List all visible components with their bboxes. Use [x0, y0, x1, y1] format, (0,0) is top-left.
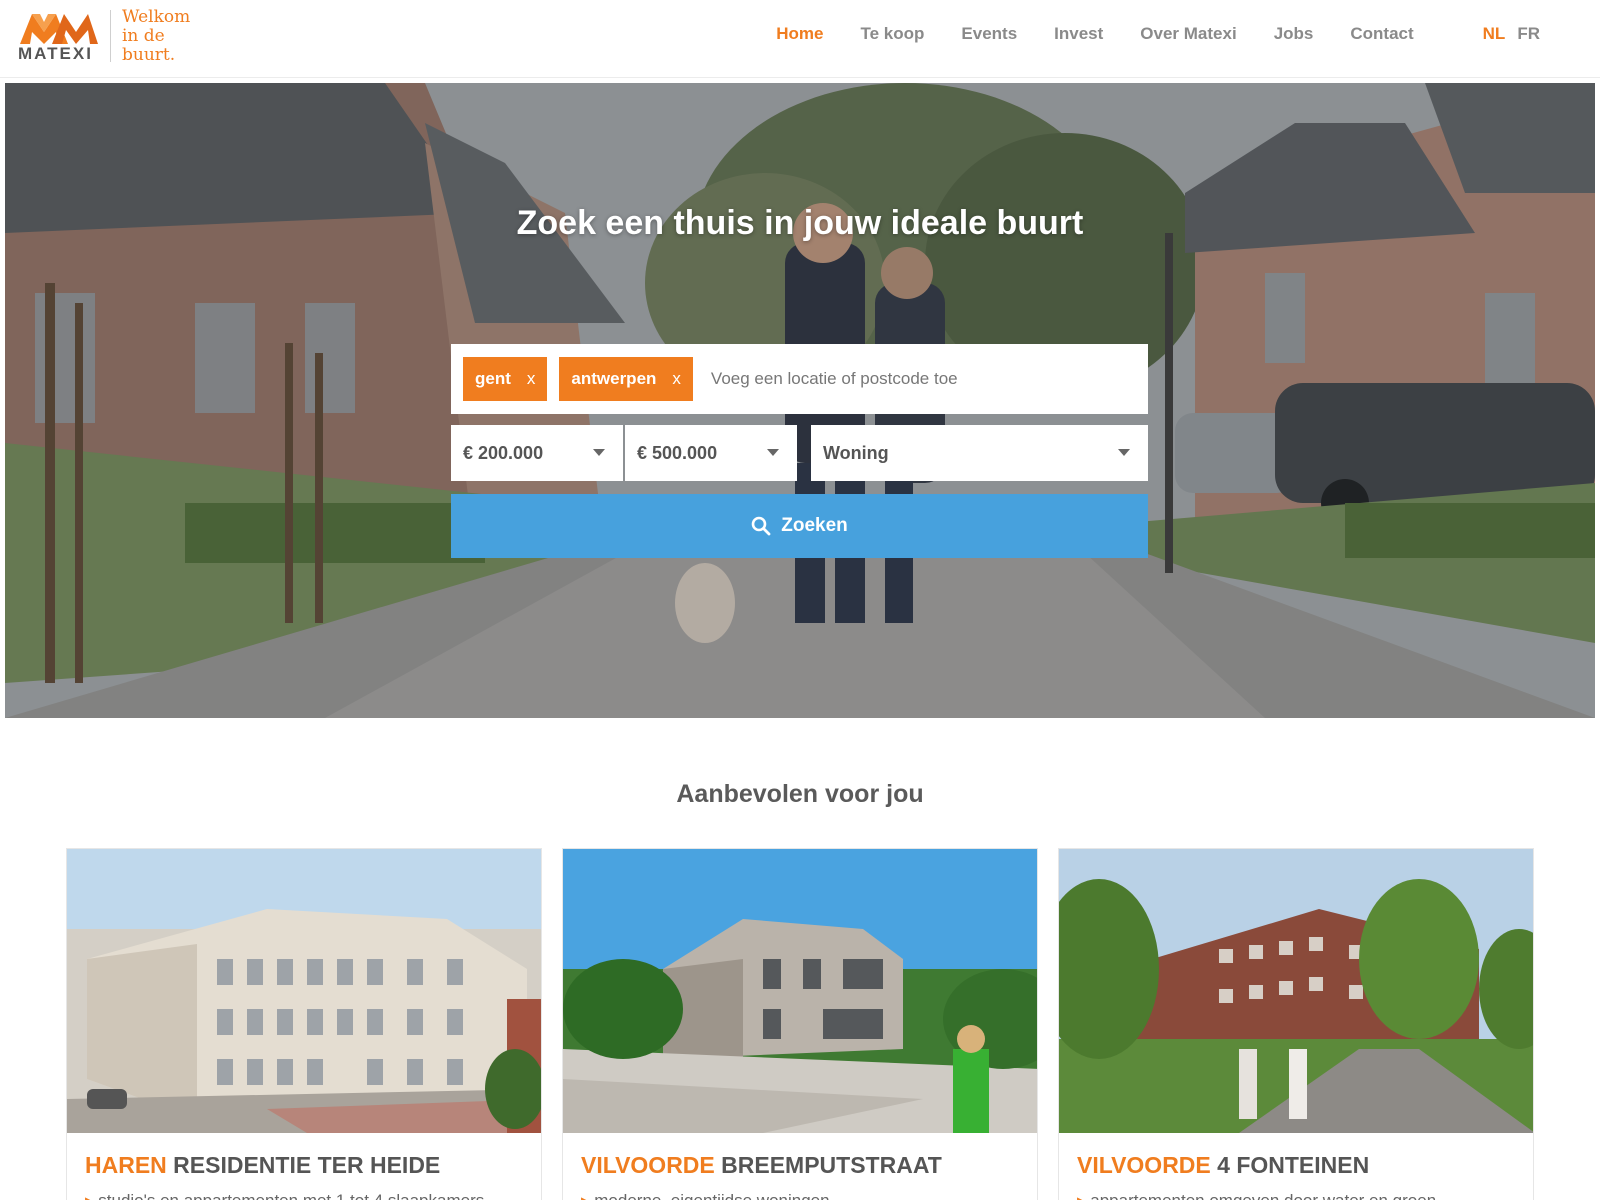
logo-wordmark: MATEXI [18, 44, 93, 63]
nav-jobs[interactable]: Jobs [1274, 24, 1314, 44]
location-tag-gent[interactable]: gent x [463, 357, 548, 401]
chevron-down-icon [1118, 449, 1130, 456]
tagline-line: buurt. [122, 45, 176, 65]
project-card[interactable]: VILVOORDE 4 FONTEINEN appartementen omge… [1058, 848, 1534, 1200]
location-search-box[interactable]: gent x antwerpen x [451, 344, 1148, 414]
project-city: VILVOORDE [1077, 1152, 1211, 1178]
min-price-select[interactable]: € 200.000 [451, 425, 623, 481]
project-image [67, 849, 541, 1133]
nav-invest[interactable]: Invest [1054, 24, 1103, 44]
main-nav: Home Te koop Events Invest Over Matexi J… [739, 24, 1540, 44]
hero-title: Zoek een thuis in jouw ideale buurt [516, 204, 1084, 242]
project-name: BREEMPUTSTRAAT [721, 1152, 942, 1178]
project-city: HAREN [85, 1152, 167, 1178]
remove-tag-button[interactable]: x [672, 369, 681, 389]
section-title: Aanbevolen voor jou [676, 780, 924, 808]
project-name: RESIDENTIE TER HEIDE [173, 1152, 441, 1178]
chevron-down-icon [767, 449, 779, 456]
logo-divider [110, 10, 111, 62]
nav-events[interactable]: Events [961, 24, 1017, 44]
search-button-label: Zoeken [781, 515, 848, 536]
remove-tag-button[interactable]: x [527, 369, 536, 389]
project-card[interactable]: VILVOORDE BREEMPUTSTRAAT moderne, eigent… [562, 848, 1038, 1200]
max-price-value: € 500.000 [637, 442, 718, 463]
project-card[interactable]: HAREN RESIDENTIE TER HEIDE studio's en a… [66, 848, 542, 1200]
project-subtitle: studio's en appartementen met 1 tot 4 sl… [85, 1191, 484, 1200]
property-type-select[interactable]: Woning [811, 425, 1148, 481]
nav-contact[interactable]: Contact [1350, 24, 1413, 44]
property-type-value: Woning [823, 442, 889, 463]
project-title: VILVOORDE BREEMPUTSTRAAT [581, 1152, 942, 1179]
search-button[interactable]: Zoeken [451, 494, 1148, 558]
nav-home[interactable]: Home [776, 24, 823, 44]
tagline-line: in de [122, 26, 165, 46]
max-price-select[interactable]: € 500.000 [625, 425, 797, 481]
project-city: VILVOORDE [581, 1152, 715, 1178]
search-icon [751, 516, 771, 536]
location-tag-antwerpen[interactable]: antwerpen x [559, 357, 693, 401]
project-subtitle: moderne, eigentijdse woningen [581, 1191, 829, 1200]
language-switcher: NL FR [1471, 24, 1540, 44]
project-name: 4 FONTEINEN [1217, 1152, 1370, 1178]
min-price-value: € 200.000 [463, 442, 544, 463]
project-title: VILVOORDE 4 FONTEINEN [1077, 1152, 1369, 1179]
lang-fr[interactable]: FR [1517, 24, 1540, 44]
tag-label: gent [475, 369, 511, 388]
chevron-down-icon [593, 449, 605, 456]
project-title: HAREN RESIDENTIE TER HEIDE [85, 1152, 440, 1179]
project-image [563, 849, 1037, 1133]
tagline: Welkom in de buurt. [122, 8, 190, 65]
tagline-line: Welkom [122, 7, 191, 27]
project-image [1059, 849, 1533, 1133]
nav-over-matexi[interactable]: Over Matexi [1140, 24, 1236, 44]
lang-nl[interactable]: NL [1483, 24, 1506, 44]
site-header: MATEXI Welkom in de buurt. Home Te koop … [0, 0, 1600, 78]
tag-label: antwerpen [571, 369, 657, 388]
nav-te-koop[interactable]: Te koop [860, 24, 924, 44]
location-input[interactable] [710, 369, 1111, 389]
project-subtitle: appartementen omgeven door water en groe… [1077, 1191, 1436, 1200]
